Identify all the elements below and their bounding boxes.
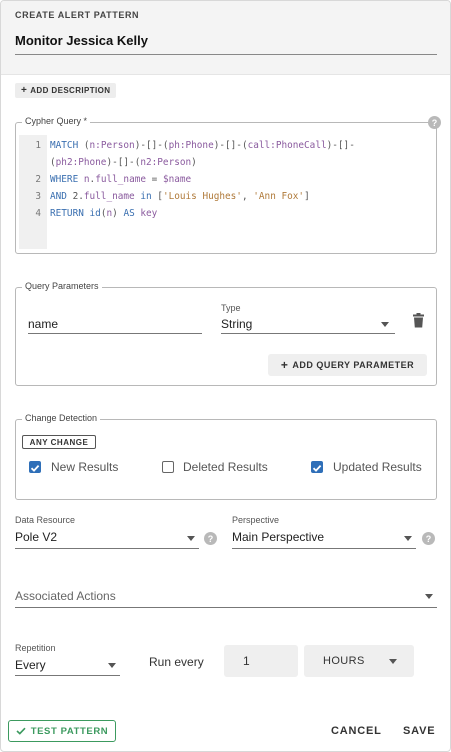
updated-results-checkbox[interactable] [311, 461, 323, 473]
parameter-type-select[interactable]: String [221, 314, 395, 334]
updated-results-label: Updated Results [333, 460, 422, 474]
chevron-down-icon [425, 594, 433, 599]
line-number: 2 [35, 174, 41, 185]
interval-value: 1 [243, 654, 250, 668]
add-description-button[interactable]: + ADD DESCRIPTION [15, 83, 117, 98]
query-parameters-legend: Query Parameters [22, 281, 102, 291]
dialog-heading: CREATE ALERT PATTERN [15, 10, 140, 20]
test-pattern-button[interactable]: TEST PATTERN [8, 720, 116, 742]
code-line: RETURN id(n) AS key [50, 208, 158, 219]
data-resource-select[interactable]: Pole V2 [15, 526, 199, 549]
repetition-select[interactable]: Every [15, 654, 120, 676]
associated-actions-placeholder: Associated Actions [15, 588, 116, 603]
any-change-label: ANY CHANGE [29, 437, 89, 447]
trash-icon[interactable] [412, 313, 425, 328]
parameter-name-input[interactable]: name [28, 314, 202, 334]
save-button[interactable]: SAVE [403, 725, 435, 737]
repetition-label: Repetition [15, 643, 56, 653]
chevron-down-icon [389, 659, 397, 664]
interval-unit-value: HOURS [323, 655, 365, 667]
cypher-code-editor[interactable]: 1 2 3 4 MATCH (n:Person)-[]-(ph:Phone)-[… [19, 135, 433, 249]
new-results-checkbox[interactable] [29, 461, 41, 473]
parameter-type-value: String [221, 316, 253, 331]
data-resource-value: Pole V2 [15, 530, 58, 544]
check-icon [16, 727, 26, 735]
dialog-header: CREATE ALERT PATTERN Monitor Jessica Kel… [1, 1, 450, 75]
interval-unit-select[interactable]: HOURS [304, 645, 414, 677]
cancel-button[interactable]: CANCEL [331, 725, 382, 737]
chevron-down-icon [381, 322, 389, 327]
pattern-name-input[interactable]: Monitor Jessica Kelly [15, 27, 437, 55]
any-change-toggle[interactable]: ANY CHANGE [22, 435, 96, 449]
test-pattern-label: TEST PATTERN [30, 725, 109, 737]
line-number: 3 [35, 191, 41, 202]
chevron-down-icon [108, 663, 116, 668]
line-number: 4 [35, 208, 41, 219]
code-line: AND 2.full_name in ['Louis Hughes', 'Ann… [50, 191, 310, 202]
perspective-label: Perspective [232, 515, 280, 525]
code-line: MATCH (n:Person)-[]-(ph:Phone)-[]-(call:… [50, 140, 355, 151]
cypher-query-legend: Cypher Query * [22, 116, 91, 126]
help-icon[interactable]: ? [428, 116, 441, 129]
change-detection-legend: Change Detection [22, 413, 101, 423]
chevron-down-icon [404, 536, 412, 541]
run-every-label: Run every [149, 655, 204, 669]
perspective-value: Main Perspective [232, 530, 325, 544]
add-description-label: ADD DESCRIPTION [30, 86, 111, 95]
alert-pattern-dialog: CREATE ALERT PATTERN Monitor Jessica Kel… [0, 0, 451, 752]
interval-input[interactable]: 1 [224, 645, 298, 677]
deleted-results-label: Deleted Results [183, 460, 268, 474]
new-results-label: New Results [51, 460, 119, 474]
code-line: WHERE n.full_name = $name [50, 174, 192, 185]
data-resource-label: Data Resource [15, 515, 76, 525]
chevron-down-icon [187, 536, 195, 541]
type-label: Type [221, 303, 241, 313]
plus-icon: + [280, 358, 289, 372]
code-line: (ph2:Phone)-[]-(n2:Person) [50, 157, 197, 168]
deleted-results-checkbox[interactable] [162, 461, 174, 473]
add-query-parameter-button[interactable]: + ADD QUERY PARAMETER [268, 354, 427, 376]
associated-actions-select[interactable]: Associated Actions [15, 584, 437, 608]
add-query-parameter-label: ADD QUERY PARAMETER [292, 360, 415, 370]
help-icon[interactable]: ? [422, 532, 435, 545]
line-number: 1 [35, 140, 41, 151]
help-icon[interactable]: ? [204, 532, 217, 545]
perspective-select[interactable]: Main Perspective [232, 526, 416, 549]
repetition-value: Every [15, 657, 46, 672]
plus-icon: + [21, 85, 28, 96]
